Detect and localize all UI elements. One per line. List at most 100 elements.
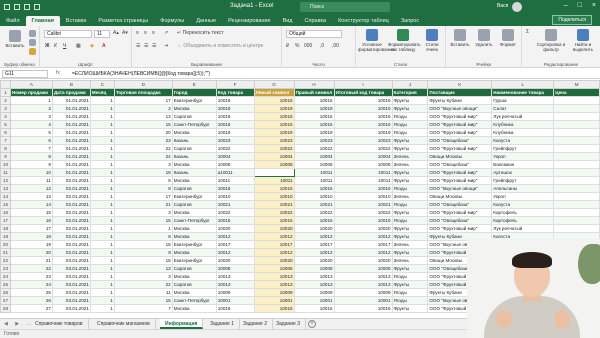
table-cell[interactable]: Фрукты xyxy=(391,232,429,241)
table-cell[interactable]: 10012 xyxy=(253,248,295,257)
table-cell[interactable]: 1 xyxy=(89,232,115,241)
table-cell[interactable]: 10019 xyxy=(293,104,335,113)
table-cell[interactable]: 1 xyxy=(89,304,115,313)
format-as-table-button[interactable]: Форматировать как таблицу xyxy=(388,29,421,52)
table-cell[interactable]: 10013 xyxy=(333,280,393,289)
table-cell[interactable]: 10016 xyxy=(333,120,393,129)
column-header-e[interactable]: E xyxy=(171,80,217,89)
table-cell[interactable]: Москва xyxy=(171,208,217,217)
table-cell[interactable]: Ягоды xyxy=(391,112,429,121)
orientation-icon[interactable]: ↗ xyxy=(164,30,168,36)
table-cell[interactable]: Лук репчатый xyxy=(491,112,555,121)
table-cell[interactable]: 10001 xyxy=(293,296,335,305)
table-cell[interactable]: 10008 xyxy=(253,160,295,169)
table-cell[interactable]: 13 xyxy=(113,112,173,121)
table-cell[interactable]: 5 xyxy=(113,176,173,185)
table-cell[interactable]: 10016 xyxy=(215,112,255,121)
column-header-k[interactable]: K xyxy=(427,80,493,89)
table-cell[interactable]: 11 xyxy=(9,176,53,185)
table-cell[interactable]: Салат xyxy=(491,104,555,113)
table-header-cell[interactable]: Город xyxy=(171,88,217,97)
table-cell[interactable]: 17 xyxy=(9,224,53,233)
column-header-i[interactable]: I xyxy=(333,80,393,89)
table-cell[interactable]: 10016 xyxy=(293,184,335,193)
table-cell[interactable]: 1 xyxy=(89,280,115,289)
table-cell[interactable]: 10008 xyxy=(215,160,255,169)
table-cell[interactable] xyxy=(553,104,600,113)
table-cell[interactable]: 12 xyxy=(9,184,53,193)
table-cell[interactable]: 10015 xyxy=(293,216,335,225)
table-cell[interactable]: Фрукты Кубани xyxy=(427,96,493,105)
table-cell[interactable]: Ягоды xyxy=(391,288,429,297)
table-cell[interactable]: 10016 xyxy=(253,112,295,121)
table-cell[interactable]: Саратов xyxy=(171,200,217,209)
autosave-icon[interactable] xyxy=(4,4,10,10)
table-cell[interactable]: 10013 xyxy=(215,280,255,289)
table-cell[interactable]: 10013 xyxy=(253,272,295,281)
table-cell[interactable]: 10013 xyxy=(333,272,393,281)
table-cell[interactable]: 13 xyxy=(113,264,173,273)
table-cell[interactable]: 3 xyxy=(113,208,173,217)
table-cell[interactable] xyxy=(553,112,600,121)
row-header[interactable]: 18 xyxy=(0,224,11,233)
table-cell[interactable]: 1 xyxy=(89,192,115,201)
table-cell[interactable]: Овощи Москвы xyxy=(427,192,493,201)
table-cell[interactable]: 1 xyxy=(89,264,115,273)
table-cell[interactable]: 1 xyxy=(89,200,115,209)
row-header[interactable]: 5 xyxy=(0,120,11,129)
table-cell[interactable]: Баклажан xyxy=(491,160,555,169)
row-header[interactable]: 8 xyxy=(0,144,11,153)
table-cell[interactable]: 10010 xyxy=(253,192,295,201)
table-cell[interactable]: Москва xyxy=(171,272,217,281)
table-cell[interactable]: Саратов xyxy=(171,184,217,193)
table-cell[interactable]: 10021 xyxy=(333,200,393,209)
tab-file[interactable]: Файл xyxy=(0,18,26,26)
table-cell[interactable]: 10020 xyxy=(253,256,295,265)
table-cell[interactable]: 1 xyxy=(89,184,115,193)
row-header[interactable]: 20 xyxy=(0,240,11,249)
row-header[interactable]: 6 xyxy=(0,128,11,137)
table-cell[interactable]: 14 xyxy=(9,200,53,209)
table-cell[interactable]: Клубника xyxy=(491,120,555,129)
table-cell[interactable]: 01.01.2021 xyxy=(51,160,91,169)
table-cell[interactable]: 17 xyxy=(113,96,173,105)
table-cell[interactable]: 01.01.2021 xyxy=(51,136,91,145)
table-cell[interactable]: 10021 xyxy=(293,200,335,209)
table-cell[interactable]: 1 xyxy=(89,208,115,217)
table-cell[interactable]: 10010 xyxy=(293,192,335,201)
table-cell[interactable] xyxy=(553,224,600,233)
table-cell[interactable]: Фрукты xyxy=(391,304,429,313)
table-cell[interactable] xyxy=(553,152,600,161)
table-cell[interactable]: 01.01.2021 xyxy=(51,152,91,161)
table-cell[interactable]: Картофель xyxy=(491,208,555,217)
table-cell[interactable]: 01.01.2021 xyxy=(51,168,91,177)
table-cell[interactable]: Зелень xyxy=(391,256,429,265)
table-cell[interactable]: Екатеринбург xyxy=(171,192,217,201)
row-header[interactable]: 23 xyxy=(0,264,11,273)
table-cell[interactable]: 1 xyxy=(89,136,115,145)
table-cell[interactable]: 23 xyxy=(9,272,53,281)
table-cell[interactable]: ООО "Овощебаза" xyxy=(427,136,493,145)
table-cell[interactable] xyxy=(553,96,600,105)
align-top-icon[interactable]: ≡ xyxy=(136,30,139,36)
table-cell[interactable]: 3 xyxy=(113,272,173,281)
table-cell[interactable]: Фрукты xyxy=(391,136,429,145)
row-header[interactable]: 1 xyxy=(0,88,11,97)
table-row[interactable]: 13 12 02.01.2021 1 8 Саратов 10016 10016 10016 10… xyxy=(0,184,600,193)
table-cell[interactable]: 7 xyxy=(113,304,173,313)
row-header[interactable]: 7 xyxy=(0,136,11,145)
table-header-cell[interactable]: Месяц xyxy=(89,88,115,97)
table-cell[interactable]: 21 xyxy=(9,256,53,265)
conditional-format-button[interactable]: Условное форматирование xyxy=(358,29,394,52)
format-cells-button[interactable]: Формат xyxy=(497,29,519,47)
table-cell[interactable]: 25 xyxy=(9,288,53,297)
table-cell[interactable]: 10017 xyxy=(215,240,255,249)
table-row[interactable]: 14 13 02.01.2021 1 17 Екатеринбург 10010 10010 1… xyxy=(0,192,600,201)
table-cell[interactable]: Фрукты xyxy=(391,104,429,113)
paste-button[interactable]: Вставить xyxy=(4,30,26,48)
table-header-cell[interactable]: Торговая площадка xyxy=(113,88,173,97)
column-header-f[interactable]: F xyxy=(215,80,255,89)
table-cell[interactable]: 10020 xyxy=(215,256,255,265)
table-cell[interactable]: 10022 xyxy=(253,208,295,217)
table-cell[interactable] xyxy=(553,184,600,193)
